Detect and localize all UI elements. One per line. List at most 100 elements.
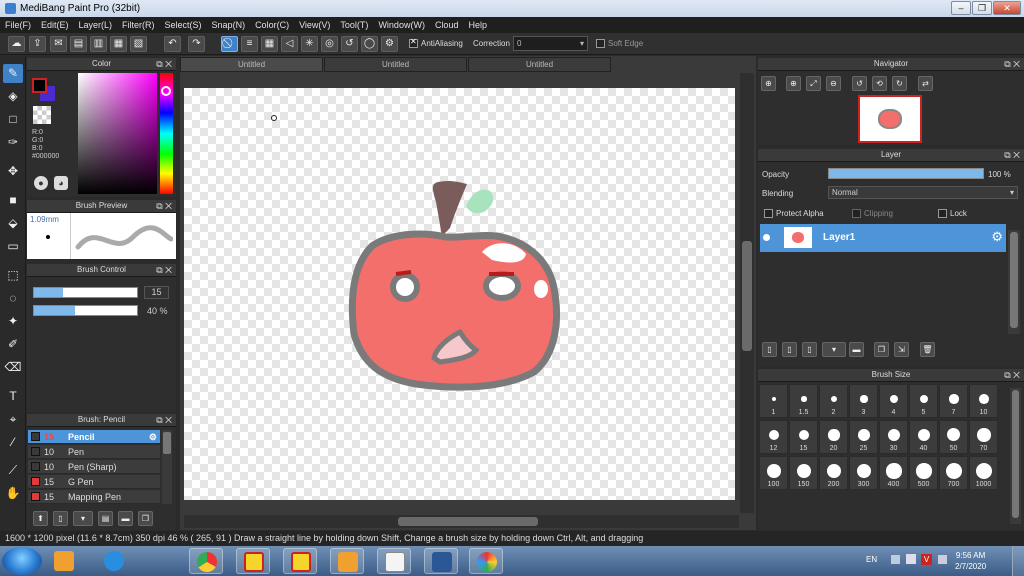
concentric-snap-icon[interactable]: ◎ <box>321 36 338 52</box>
drawing-canvas[interactable] <box>184 88 735 500</box>
protect-alpha-checkbox[interactable] <box>764 209 773 218</box>
hue-handle[interactable] <box>161 86 171 96</box>
scroll-thumb[interactable] <box>1012 390 1019 518</box>
brush-size-cell[interactable]: 12 <box>759 420 788 454</box>
brush-size-cell[interactable]: 40 <box>909 420 938 454</box>
delete-layer-icon[interactable]: 🗑 <box>920 342 935 357</box>
scroll-thumb[interactable] <box>398 517 538 526</box>
layer-scrollbar[interactable] <box>1008 230 1020 334</box>
gear-icon[interactable]: ⚙ <box>149 430 157 444</box>
gradient-tool-icon[interactable]: ▭ <box>3 237 23 256</box>
tab-document-1[interactable]: Untitled <box>180 57 323 72</box>
brush-size-cell[interactable]: 2 <box>819 384 848 418</box>
menu-tool[interactable]: Tool(T) <box>340 17 368 33</box>
brush-size-scrollbar[interactable] <box>1010 388 1021 524</box>
media-player-taskbar[interactable] <box>47 548 81 574</box>
layout-icon[interactable]: ▧ <box>130 36 147 52</box>
panel-close-icon[interactable]: ⧉ ✕ <box>1004 149 1020 161</box>
undo-icon[interactable]: ↶ <box>164 36 181 52</box>
word-taskbar[interactable] <box>424 548 458 574</box>
lasso-tool-icon[interactable]: ◌ <box>3 289 23 308</box>
scroll-thumb[interactable] <box>1010 232 1018 328</box>
layer-opacity-slider[interactable] <box>828 168 984 179</box>
brush-list-scrollbar[interactable] <box>162 430 172 504</box>
tray-network-icon[interactable] <box>906 554 916 564</box>
document-icon[interactable]: ▥ <box>90 36 107 52</box>
brush-size-cell[interactable]: 10 <box>969 384 998 418</box>
menu-select[interactable]: Select(S) <box>165 17 202 33</box>
chrome-taskbar[interactable] <box>189 548 223 574</box>
bucket-tool-icon[interactable]: ⬙ <box>3 214 23 233</box>
parallel-snap-icon[interactable]: ≡ <box>241 36 258 52</box>
brush-size-cell[interactable]: 20 <box>819 420 848 454</box>
gear-icon[interactable]: ⚙ <box>991 229 1003 245</box>
zoom-plus-icon[interactable]: ⊕ <box>786 76 801 91</box>
brush-size-cell[interactable]: 1000 <box>969 456 998 490</box>
menu-snap[interactable]: Snap(N) <box>212 17 246 33</box>
duplicate-layer-icon[interactable]: ❐ <box>874 342 889 357</box>
zoom-in-icon[interactable]: ⊕ <box>761 76 776 91</box>
eye-icon[interactable] <box>763 234 770 241</box>
layer-row-layer1[interactable]: Layer1 ⚙ <box>760 224 1006 252</box>
palette-icon[interactable]: ● <box>34 176 48 190</box>
add-brush-icon[interactable]: ⬆ <box>33 511 48 526</box>
operation-tool-icon[interactable]: ⌖ <box>3 410 23 429</box>
lock-checkbox[interactable] <box>938 209 947 218</box>
select-pen-tool-icon[interactable]: ✐ <box>3 335 23 354</box>
panel-close-icon[interactable]: ⧉ ✕ <box>156 58 172 70</box>
saturation-value-picker[interactable] <box>78 73 157 194</box>
eraser-tool-icon[interactable]: ◈ <box>3 87 23 106</box>
brush-size-cell[interactable]: 500 <box>909 456 938 490</box>
tray-flag-icon[interactable] <box>891 555 900 564</box>
menu-view[interactable]: View(V) <box>299 17 330 33</box>
menu-layer[interactable]: Layer(L) <box>79 17 113 33</box>
brush-size-cell[interactable]: 70 <box>969 420 998 454</box>
show-desktop-button[interactable] <box>1012 546 1024 576</box>
app-yellow-2-taskbar[interactable] <box>283 548 317 574</box>
select-tool-icon[interactable]: ⬚ <box>3 266 23 285</box>
new-layer-icon[interactable]: ▯ <box>762 342 777 357</box>
rotate-right-icon[interactable]: ↻ <box>892 76 907 91</box>
brush-item-g-pen[interactable]: 15 G Pen <box>28 475 160 489</box>
maximize-button[interactable]: ❐ <box>972 1 992 15</box>
hue-slider[interactable] <box>160 73 173 194</box>
brush-size-cell[interactable]: 3 <box>849 384 878 418</box>
brush-settings-icon[interactable]: ▤ <box>98 511 113 526</box>
layer-menu-icon[interactable]: ▾ <box>822 342 846 357</box>
clipping-checkbox[interactable] <box>852 209 861 218</box>
settings-icon[interactable]: ⚙ <box>381 36 398 52</box>
menu-window[interactable]: Window(W) <box>378 17 425 33</box>
rotate-reset-icon[interactable]: ⟲ <box>872 76 887 91</box>
internet-explorer-taskbar[interactable] <box>97 548 131 574</box>
menu-color[interactable]: Color(C) <box>255 17 289 33</box>
brush-tool-icon[interactable]: ✎ <box>3 64 23 83</box>
medibang-taskbar[interactable] <box>469 548 503 574</box>
select-eraser-tool-icon[interactable]: ⌫ <box>3 358 23 377</box>
minimize-button[interactable]: – <box>951 1 971 15</box>
move-tool-icon[interactable]: ✥ <box>3 162 23 181</box>
eyedropper-tool-icon[interactable]: ⟋ <box>3 461 23 480</box>
app-yellow-taskbar[interactable] <box>236 548 270 574</box>
tray-volume-icon[interactable] <box>938 555 947 564</box>
canvas-vertical-scrollbar[interactable] <box>740 73 754 513</box>
magic-wand-tool-icon[interactable]: ✦ <box>3 312 23 331</box>
brush-size-cell[interactable]: 200 <box>819 456 848 490</box>
brush-size-cell[interactable]: 30 <box>879 420 908 454</box>
share-icon[interactable]: ⇪ <box>29 36 46 52</box>
navigator-thumbnail[interactable] <box>858 95 922 143</box>
scroll-thumb[interactable] <box>163 432 171 454</box>
menu-filter[interactable]: Filter(R) <box>122 17 155 33</box>
message-icon[interactable]: ▤ <box>70 36 87 52</box>
radial-snap-icon[interactable]: ✳ <box>301 36 318 52</box>
brush-size-cell[interactable]: 300 <box>849 456 878 490</box>
brush-item-pen-sharp[interactable]: 10 Pen (Sharp) <box>28 460 160 474</box>
hand-tool-icon[interactable]: ✋ <box>3 484 23 503</box>
brush-size-cell[interactable]: 25 <box>849 420 878 454</box>
start-button[interactable] <box>2 547 42 575</box>
menu-help[interactable]: Help <box>468 17 487 33</box>
brush-size-cell[interactable]: 15 <box>789 420 818 454</box>
rectangle-tool-icon[interactable]: □ <box>3 110 23 129</box>
panel-close-icon[interactable]: ⧉ ✕ <box>156 264 172 276</box>
flip-icon[interactable]: ⇄ <box>918 76 933 91</box>
angle-snap-icon[interactable]: ◁ <box>281 36 298 52</box>
